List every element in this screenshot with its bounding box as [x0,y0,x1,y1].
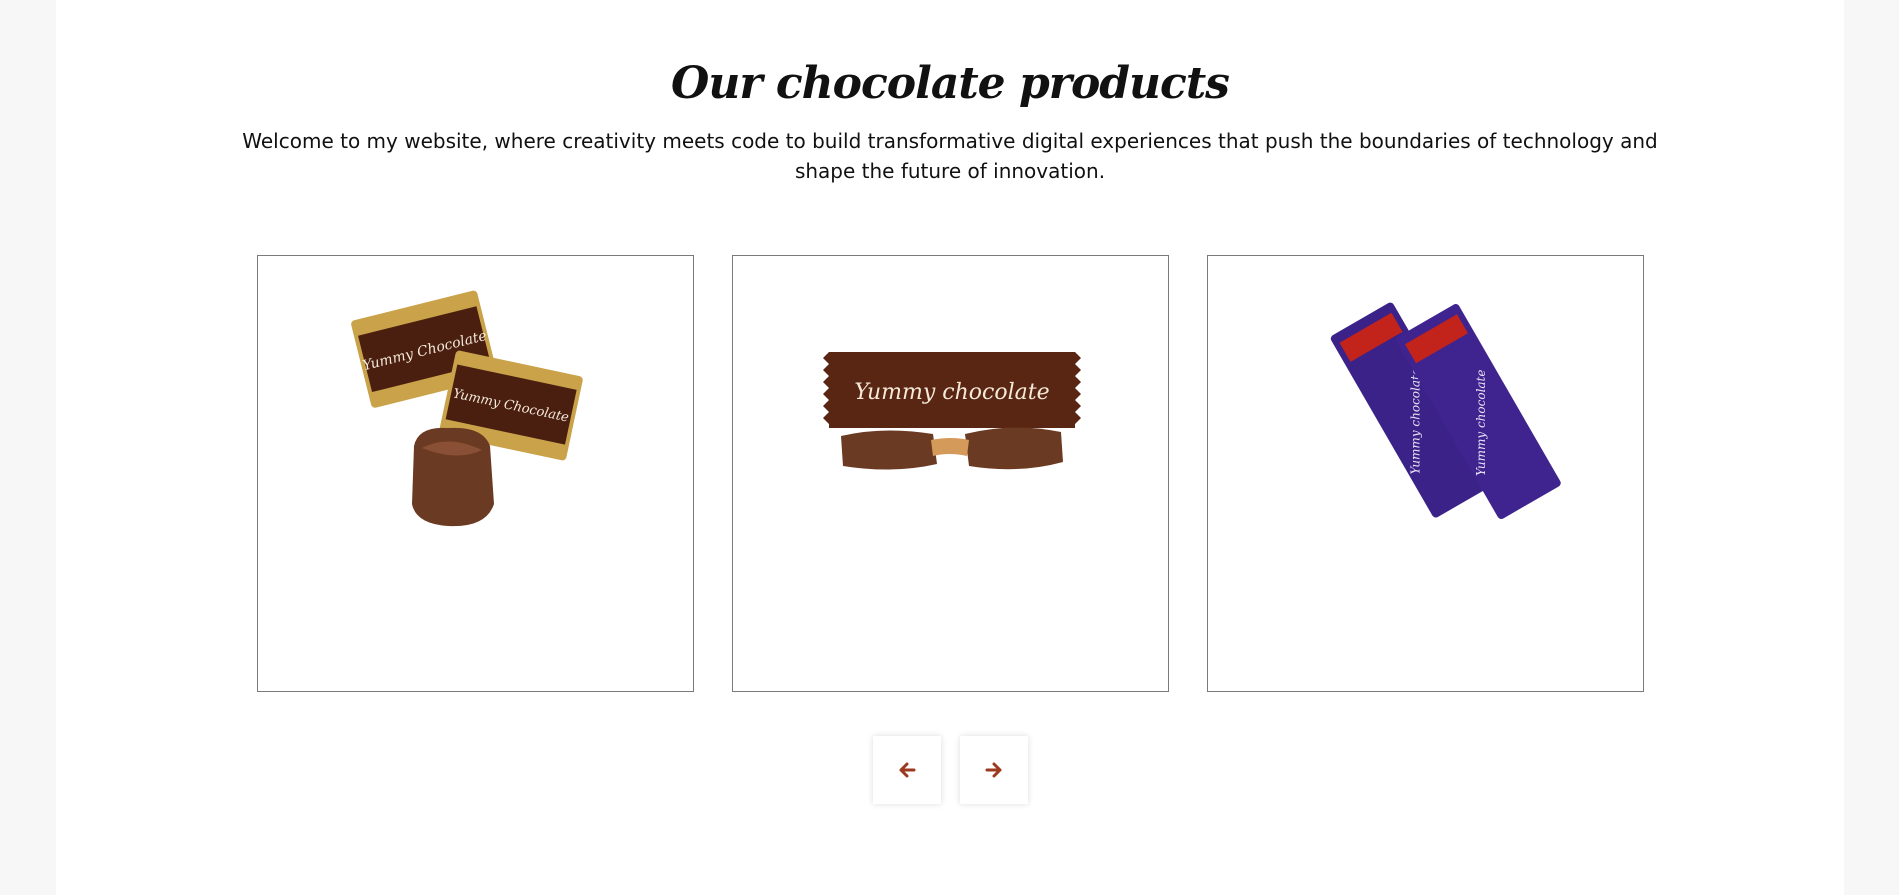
product-image-purple-bars: Yummy chocolate Yummy chocolate [1330,302,1561,519]
products-section: Our chocolate products Welcome to my web… [56,0,1844,895]
bar-wrapper-text: Yummy chocolate [854,380,1049,405]
arrow-right-icon [985,762,1002,778]
section-title: Our chocolate products [671,58,1230,109]
carousel-next-button[interactable] [960,736,1028,804]
section-subtitle: Welcome to my website, where creativity … [242,129,1658,183]
svg-text:Yummy chocolate: Yummy chocolate [1409,368,1423,475]
product-image-bar: Yummy chocolate [823,352,1081,470]
purple-wrapper-text: Yummy chocolate [1474,370,1488,477]
product-card-bar[interactable]: Yummy chocolate [732,255,1169,692]
product-image-candies: Yummy Chocolate Yummy Chocolate [351,290,583,527]
carousel-prev-button[interactable] [873,736,941,804]
product-card-purple-bars[interactable]: Yummy chocolate Yummy chocolate [1207,255,1644,692]
product-card-candies[interactable]: Yummy Chocolate Yummy Chocolate [257,255,694,692]
arrow-left-icon [899,762,916,778]
